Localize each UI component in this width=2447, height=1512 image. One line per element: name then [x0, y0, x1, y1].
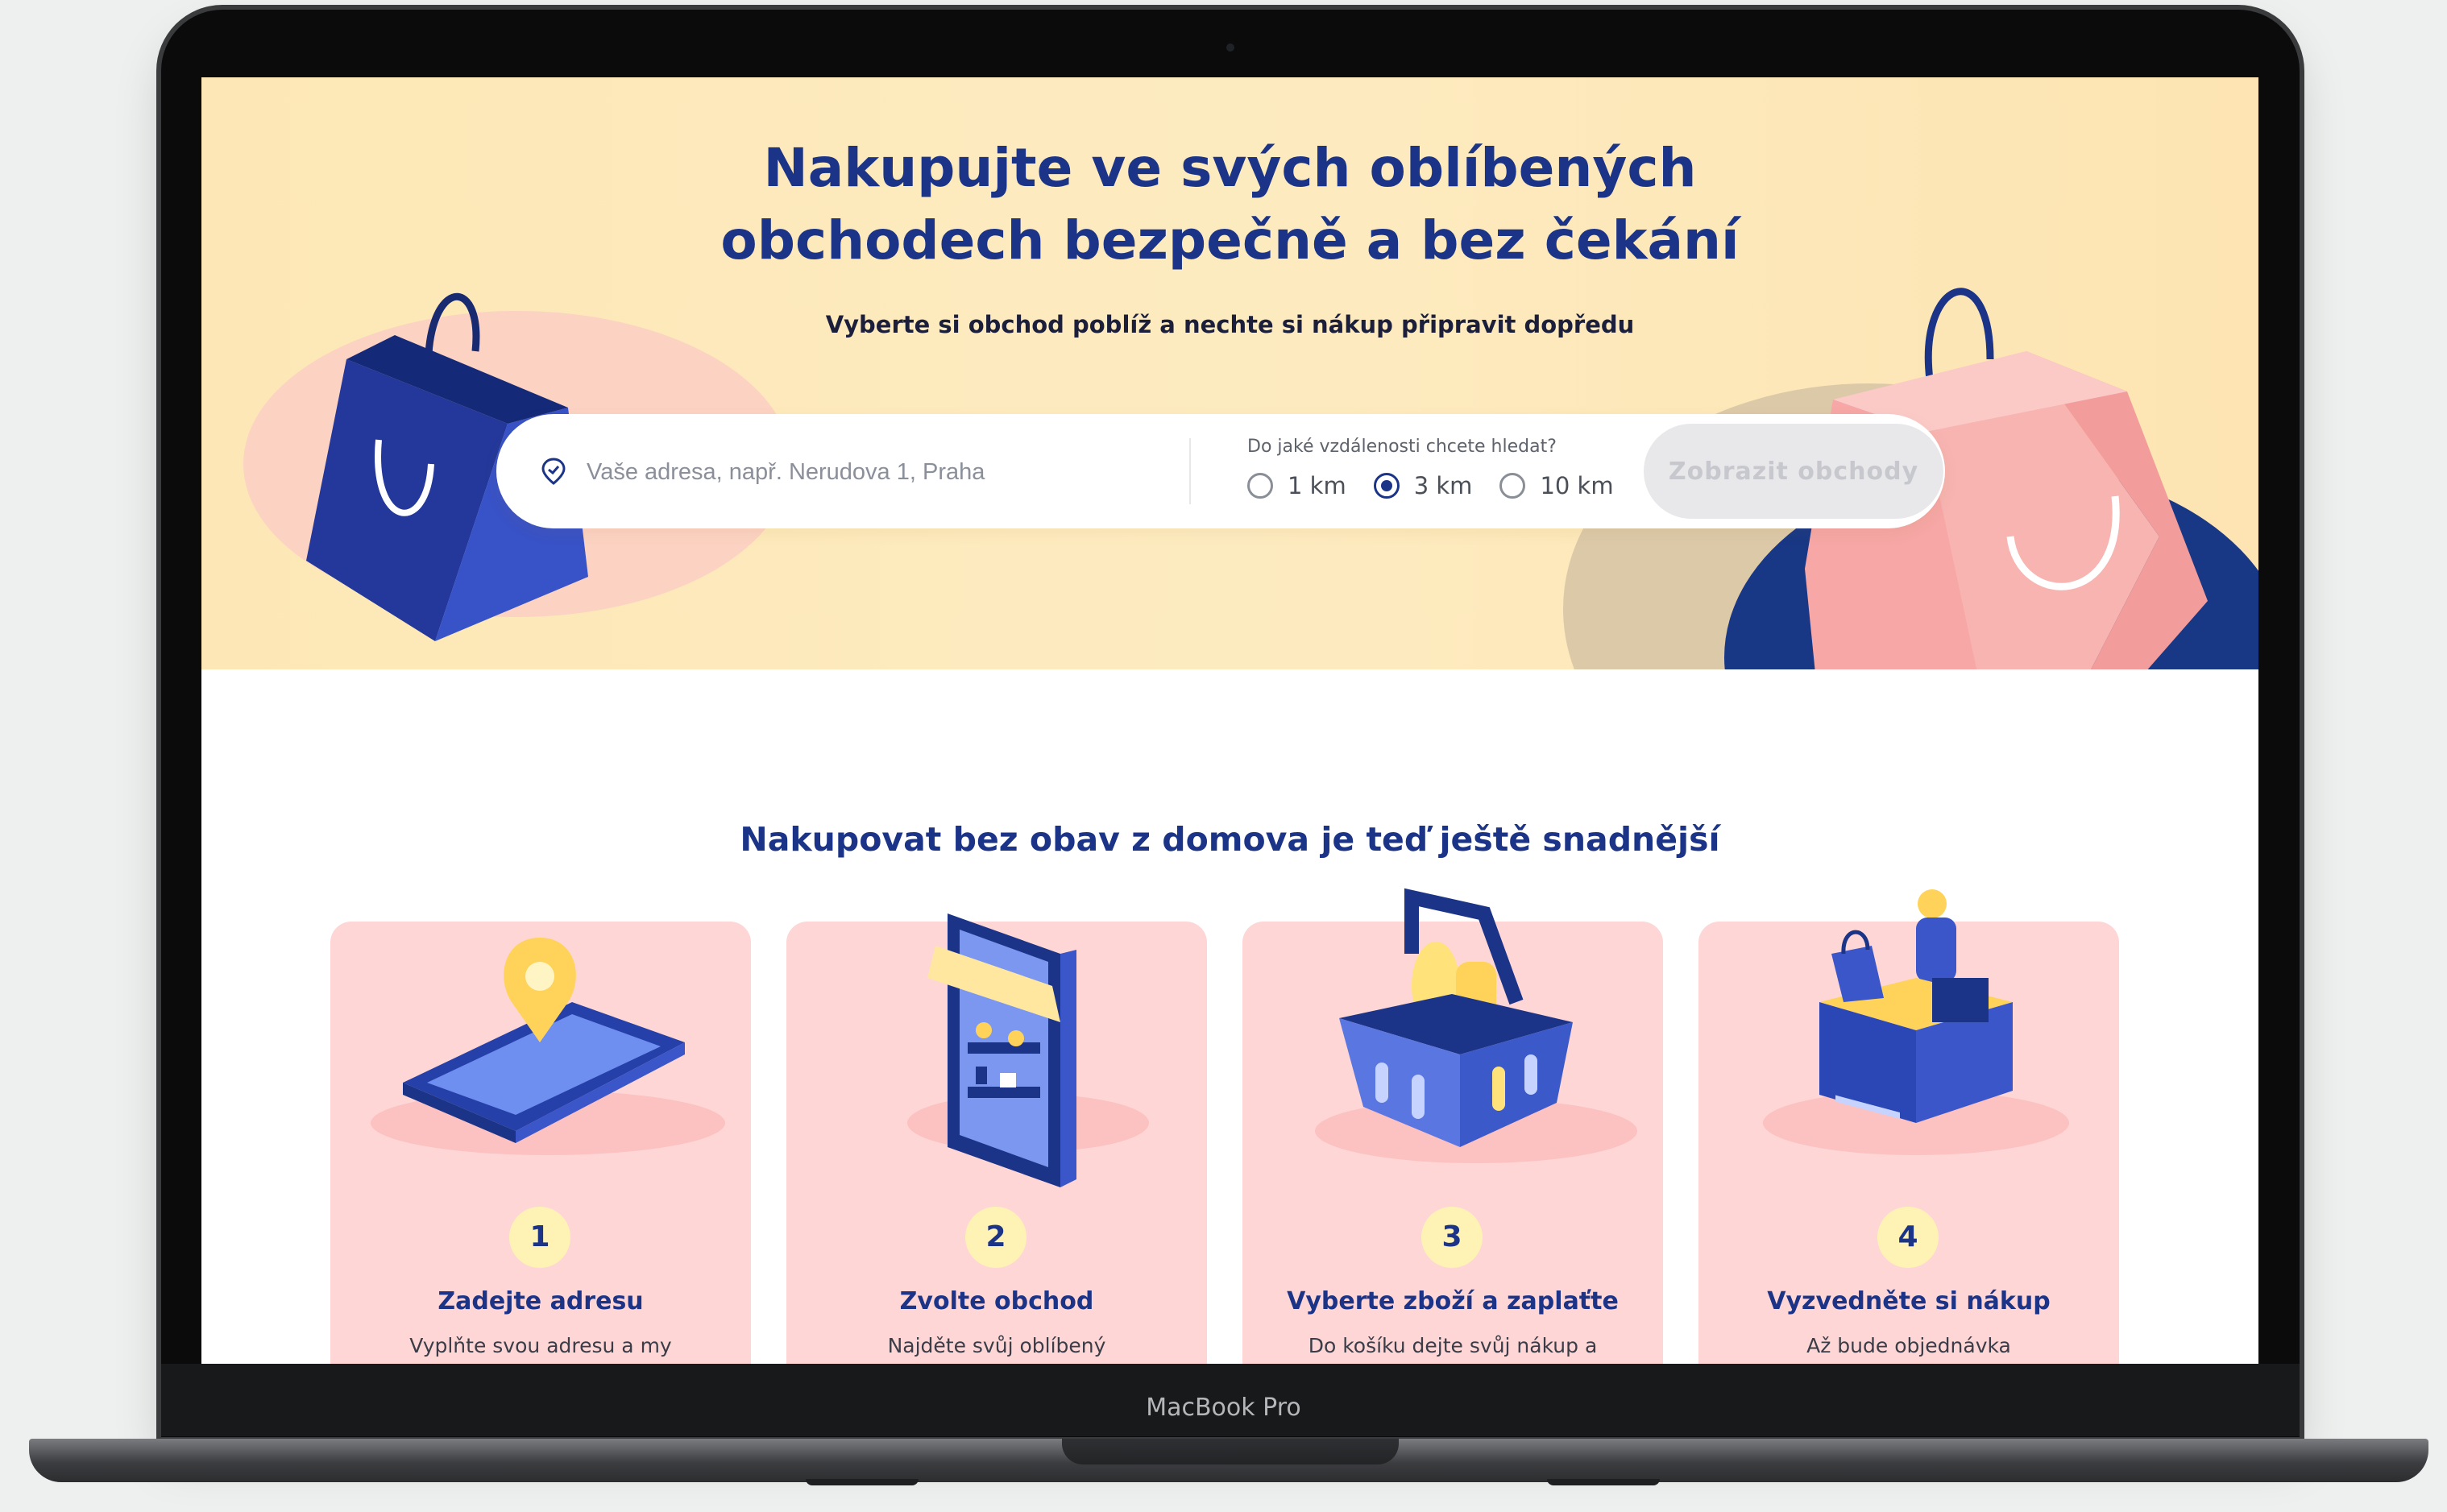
step-card: 4 Vyzvedněte si nákup Až bude objednávka: [1698, 889, 2119, 1364]
distance-option-3km[interactable]: 3 km: [1373, 472, 1473, 499]
distance-option-label: 10 km: [1540, 472, 1614, 499]
step-text: Až bude objednávka: [1806, 1334, 2011, 1357]
step-number: 1: [509, 1207, 570, 1268]
laptop-notch: [1062, 1439, 1399, 1464]
cashier-icon: [1763, 889, 2069, 1155]
step-text: Vyplňte svou adresu a my: [409, 1334, 672, 1357]
hero-subtitle: Vyberte si obchod poblíž a nechte si nák…: [825, 311, 1635, 338]
steps-title: Nakupovat bez obav z domova je teď ještě…: [740, 820, 1720, 859]
basket-icon: [1315, 888, 1637, 1163]
step-number: 3: [1421, 1207, 1483, 1268]
step-title: Vyzvedněte si nákup: [1767, 1287, 2051, 1315]
device-label: MacBook Pro: [1146, 1394, 1301, 1422]
step-title: Vyberte zboží a zaplaťte: [1287, 1287, 1619, 1315]
step-title: Zvolte obchod: [899, 1287, 1094, 1315]
step-number: 4: [1877, 1207, 1939, 1268]
distance-radio-group: 1 km 3 km 10 km: [1247, 472, 1614, 499]
radio-circle[interactable]: [1247, 473, 1273, 499]
radio-circle-selected[interactable]: [1373, 473, 1400, 499]
laptop-foot: [806, 1479, 919, 1485]
phone-location-icon: [371, 938, 725, 1155]
hero-title-line: Nakupujte ve svých oblíbených: [763, 137, 1697, 199]
screen: Nakupujte ve svých oblíbených obchodech …: [201, 77, 2258, 1364]
hero-title: Nakupujte ve svých oblíbených obchodech …: [201, 132, 2258, 277]
step-title: Zadejte adresu: [438, 1287, 644, 1315]
distance-option-label: 1 km: [1288, 472, 1346, 499]
search-divider: [1189, 438, 1191, 504]
phone-shop-icon: [907, 913, 1149, 1187]
step-number: 2: [965, 1207, 1026, 1268]
show-stores-button[interactable]: Zobrazit obchody: [1644, 424, 1943, 519]
step-card: 1 Zadejte adresu Vyplňte svou adresu a m…: [330, 922, 751, 1364]
location-pin-icon: [541, 458, 566, 485]
camera-icon: [1226, 43, 1234, 52]
laptop-foot: [1547, 1479, 1660, 1485]
radio-circle[interactable]: [1499, 473, 1526, 499]
step-card: 3 Vyberte zboží a zaplaťte Do košíku dej…: [1242, 888, 1663, 1364]
address-input[interactable]: [585, 450, 1152, 494]
distance-option-10km[interactable]: 10 km: [1499, 472, 1614, 499]
search-bar: Do jaké vzdálenosti chcete hledat? 1 km …: [496, 414, 1945, 528]
step-text: Do košíku dejte svůj nákup a: [1308, 1334, 1598, 1357]
hero-title-line: obchodech bezpečně a bez čekání: [720, 209, 1740, 271]
distance-option-label: 3 km: [1413, 472, 1473, 499]
distance-option-1km[interactable]: 1 km: [1247, 472, 1346, 499]
step-card: 2 Zvolte obchod Najděte svůj oblíbený: [786, 913, 1207, 1364]
hero-section: Nakupujte ve svých oblíbených obchodech …: [201, 77, 2258, 669]
distance-label: Do jaké vzdálenosti chcete hledat?: [1247, 437, 1557, 457]
step-text: Najděte svůj oblíbený: [887, 1334, 1106, 1357]
